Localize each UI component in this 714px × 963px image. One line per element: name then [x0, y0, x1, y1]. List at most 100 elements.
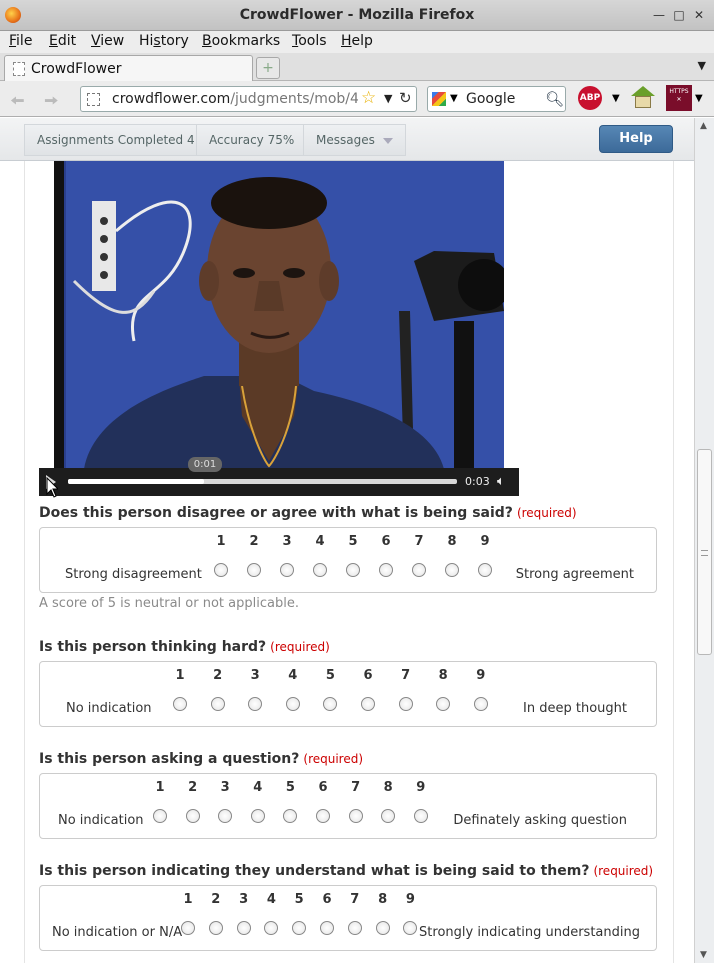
scale-number: 8	[378, 892, 388, 907]
menu-bookmarks[interactable]: Bookmarks	[202, 33, 280, 49]
rating-radio-3[interactable]	[236, 921, 251, 935]
scale-number: 4	[288, 668, 298, 683]
menu-view[interactable]: View	[91, 33, 124, 49]
rating-scale-4: No indication or N/A Strongly indicating …	[39, 885, 657, 951]
rating-radio-8[interactable]	[375, 921, 390, 935]
rating-radio-1[interactable]	[214, 563, 228, 577]
scale-number: 3	[239, 892, 249, 907]
address-url[interactable]: crowdflower.com/judgments/mob/497	[112, 91, 358, 107]
rating-radio-2[interactable]	[210, 697, 225, 711]
scale-number: 2	[211, 892, 221, 907]
scale-number: 1	[216, 534, 226, 549]
adblock-plus-icon[interactable]: ABP	[578, 86, 602, 110]
scale-high-label: Strong agreement	[515, 567, 634, 582]
url-history-dropdown-icon[interactable]: ▼	[384, 92, 392, 105]
video-frame[interactable]	[54, 161, 504, 469]
rating-radio-6[interactable]	[361, 697, 375, 711]
rating-scale-2: No indication In deep thought 1 2 3 4 5 6 7 8 9	[39, 661, 657, 727]
rating-radio-2[interactable]	[185, 809, 200, 823]
rating-radio-3[interactable]	[280, 563, 294, 577]
rating-radio-9[interactable]	[473, 697, 488, 711]
scale-number: 3	[220, 780, 230, 795]
menu-help[interactable]: Help	[341, 33, 373, 49]
search-icon[interactable]: 🔍︎	[545, 90, 564, 108]
scale-number: 8	[438, 668, 448, 683]
home-icon[interactable]	[631, 86, 655, 108]
required-marker: (required)	[593, 864, 654, 878]
rating-radio-6[interactable]	[379, 563, 393, 577]
scale-number: 6	[381, 534, 391, 549]
rating-radio-5[interactable]	[346, 563, 360, 577]
scroll-down-arrow-icon[interactable]: ▼	[700, 950, 707, 960]
close-icon[interactable]: ✕	[692, 8, 706, 22]
tab-crowdflower[interactable]: CrowdFlower	[4, 55, 253, 81]
rating-radio-8[interactable]	[381, 809, 396, 823]
help-button[interactable]: Help	[599, 125, 673, 153]
assignments-completed[interactable]: Assignments Completed 4	[24, 124, 208, 156]
forward-arrow-icon[interactable]: 🠪	[44, 89, 59, 119]
menu-file[interactable]: File	[9, 33, 32, 49]
minimize-icon[interactable]: —	[652, 8, 666, 22]
rating-radio-5[interactable]	[292, 921, 307, 935]
site-identity-icon[interactable]	[87, 93, 100, 106]
search-bar[interactable]: ▼ Google 🔍︎	[427, 86, 566, 112]
address-bar[interactable]: crowdflower.com/judgments/mob/497 ☆ ▼ ↻	[80, 86, 417, 112]
question-1-label: Does this person disagree or agree with …	[39, 505, 577, 521]
mouse-cursor-icon	[46, 477, 58, 498]
rating-radio-4[interactable]	[264, 921, 279, 935]
rating-radio-7[interactable]	[348, 809, 363, 823]
menu-history[interactable]: History	[139, 33, 189, 49]
reload-icon[interactable]: ↻	[399, 89, 412, 107]
scale-number: 7	[351, 780, 361, 795]
rating-radio-4[interactable]	[250, 809, 265, 823]
tab-list-dropdown-icon[interactable]: ▼	[698, 59, 706, 72]
scale-number: 7	[350, 892, 360, 907]
scrollbar-thumb[interactable]	[697, 449, 712, 655]
search-engine-label[interactable]: Google	[466, 91, 515, 107]
https-dropdown-icon[interactable]: ▼	[695, 93, 703, 104]
https-everywhere-icon[interactable]: HTTPS ✕	[666, 85, 692, 111]
bookmark-star-icon[interactable]: ☆	[361, 88, 376, 108]
scroll-up-arrow-icon[interactable]: ▲	[700, 121, 707, 131]
question-text: Is this person thinking hard?	[39, 639, 267, 655]
rating-radio-5[interactable]	[283, 809, 298, 823]
volume-icon[interactable]: 🔈︎	[497, 474, 505, 489]
menu-edit[interactable]: Edit	[49, 33, 76, 49]
rating-radio-9[interactable]	[478, 563, 492, 577]
rating-radio-7[interactable]	[412, 563, 426, 577]
rating-radio-1[interactable]	[181, 921, 195, 935]
rating-radio-9[interactable]	[413, 809, 428, 823]
rating-radio-1[interactable]	[153, 809, 167, 823]
seek-time-tooltip: 0:01	[188, 457, 222, 472]
required-marker: (required)	[270, 640, 330, 654]
rating-radio-4[interactable]	[313, 563, 327, 577]
messages-menu[interactable]: Messages	[303, 124, 406, 156]
rating-radio-8[interactable]	[436, 697, 451, 711]
rating-radio-1[interactable]	[173, 697, 187, 711]
new-tab-button[interactable]: +	[256, 57, 280, 79]
question-2-label: Is this person thinking hard? (required)	[39, 639, 330, 655]
rating-radio-7[interactable]	[347, 921, 362, 935]
rating-radio-9[interactable]	[403, 921, 418, 935]
rating-radio-3[interactable]	[248, 697, 263, 711]
rating-radio-7[interactable]	[398, 697, 413, 711]
scale-high-label: In deep thought	[523, 701, 627, 716]
rating-radio-8[interactable]	[445, 563, 459, 577]
scale-number: 6	[322, 892, 332, 907]
vertical-scrollbar[interactable]: ▲ ▼	[694, 118, 714, 963]
back-arrow-icon[interactable]: 🠨	[10, 89, 25, 119]
question-text: Does this person disagree or agree with …	[39, 505, 513, 521]
rating-radio-2[interactable]	[247, 563, 261, 577]
google-engine-icon[interactable]	[432, 92, 446, 106]
rating-radio-2[interactable]	[208, 921, 223, 935]
rating-radio-5[interactable]	[323, 697, 338, 711]
adblock-dropdown-icon[interactable]: ▼	[612, 93, 620, 104]
accuracy-indicator[interactable]: Accuracy 75%	[196, 124, 308, 156]
engine-dropdown-icon[interactable]: ▼	[450, 93, 458, 104]
rating-radio-4[interactable]	[285, 697, 300, 711]
menu-tools[interactable]: Tools	[292, 33, 327, 49]
rating-radio-6[interactable]	[320, 921, 334, 935]
rating-radio-6[interactable]	[316, 809, 330, 823]
rating-radio-3[interactable]	[218, 809, 233, 823]
maximize-icon[interactable]: □	[672, 8, 686, 22]
